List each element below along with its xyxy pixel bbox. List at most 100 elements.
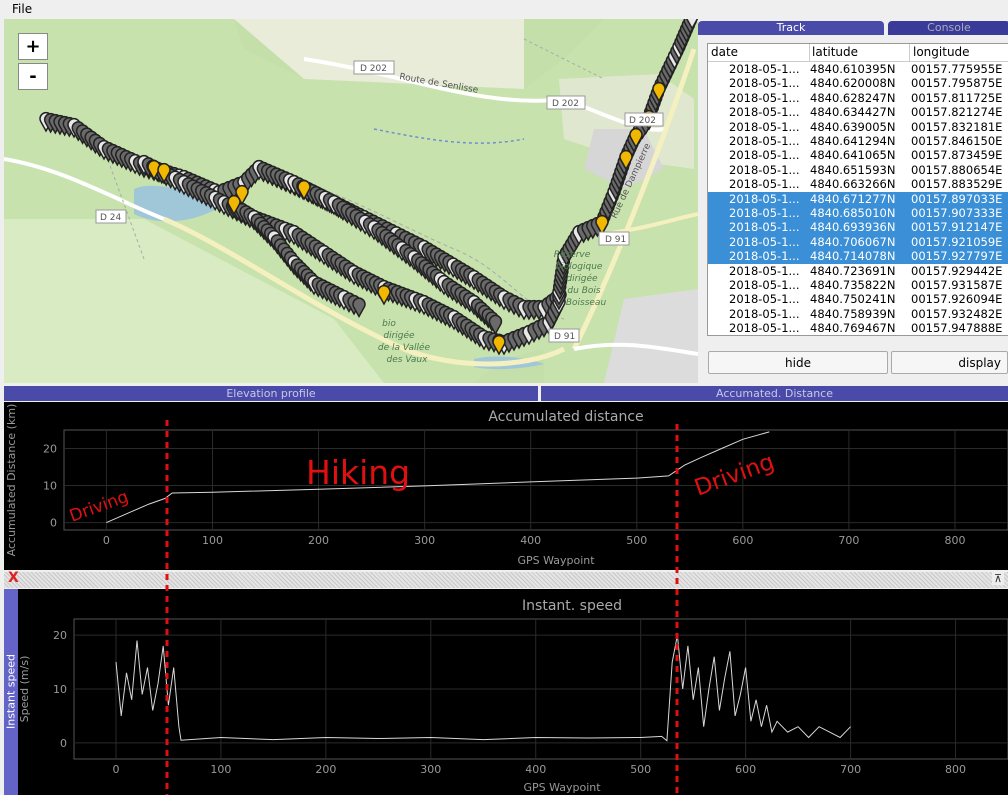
table-row[interactable]: 2018-05-1... 4840.639005N 00157.832181E bbox=[708, 120, 1008, 134]
table-cell-date: 2018-05-1... bbox=[729, 148, 800, 163]
plot-frame bbox=[63, 429, 1008, 531]
table-cell-lon: 00157.832181E bbox=[911, 119, 1003, 134]
table-cell-lat: 4840.641065N bbox=[810, 148, 896, 163]
zoom-in-button[interactable]: + bbox=[18, 33, 48, 60]
table-row[interactable]: 2018-05-1... 4840.671277N 00157.897033E bbox=[708, 191, 1008, 206]
table-cell-lon: 00157.873459E bbox=[911, 148, 1003, 163]
x-tick-label: 700 bbox=[838, 534, 859, 547]
svg-text:bio: bio bbox=[382, 319, 396, 329]
table-row[interactable]: 2018-05-1... 4840.735822N 00157.931587E bbox=[708, 278, 1008, 292]
table-row[interactable]: 2018-05-1... 4840.714078N 00157.927797E bbox=[708, 249, 1008, 264]
tab-console[interactable]: Console bbox=[888, 21, 1008, 35]
table-cell-lat: 4840.651593N bbox=[810, 162, 896, 177]
x-tick-label: 600 bbox=[732, 534, 753, 547]
table-cell-lon: 00157.880654E bbox=[911, 162, 1003, 177]
column-date[interactable]: date bbox=[711, 45, 738, 59]
table-cell-date: 2018-05-1... bbox=[729, 134, 800, 148]
table-cell-date: 2018-05-1... bbox=[729, 76, 800, 91]
table-row[interactable]: 2018-05-1... 4840.610395N 00157.775955E bbox=[708, 62, 1008, 76]
y-tick-label: 20 bbox=[53, 629, 67, 642]
table-cell-date: 2018-05-1... bbox=[729, 234, 800, 249]
x-axis-label: GPS Waypoint bbox=[517, 554, 595, 567]
tab-accumulated-distance[interactable]: Accumated. Distance bbox=[541, 386, 1008, 401]
x-tick-label: 500 bbox=[630, 763, 651, 776]
column-latitude[interactable]: latitude bbox=[812, 45, 858, 59]
x-tick-label: 700 bbox=[840, 763, 861, 776]
table-cell-date: 2018-05-1... bbox=[729, 249, 800, 264]
table-cell-date: 2018-05-1... bbox=[729, 105, 800, 120]
table-cell-date: 2018-05-1... bbox=[729, 90, 800, 105]
table-row[interactable]: 2018-05-1... 4840.723691N 00157.929442E bbox=[708, 264, 1008, 278]
table-row[interactable]: 2018-05-1... 4840.693936N 00157.912147E bbox=[708, 220, 1008, 235]
svg-text:biologique: biologique bbox=[556, 262, 603, 272]
table-cell-lon: 00157.929442E bbox=[911, 263, 1003, 278]
table-row[interactable]: 2018-05-1... 4840.706067N 00157.921059E bbox=[708, 234, 1008, 250]
dock-drag-handle[interactable]: X ⊼ bbox=[4, 570, 1008, 588]
table-cell-date: 2018-05-1... bbox=[729, 62, 800, 76]
hide-button[interactable]: hide bbox=[708, 351, 888, 374]
x-tick-label: 800 bbox=[944, 534, 965, 547]
table-row[interactable]: 2018-05-1... 4840.641065N 00157.873459E bbox=[708, 148, 1008, 162]
track-panel: Track Console date latitude longitude 20… bbox=[698, 19, 1008, 383]
chart-title: Instant. speed bbox=[522, 598, 622, 614]
y-tick-label: 0 bbox=[60, 737, 67, 750]
column-longitude[interactable]: longitude bbox=[913, 45, 970, 59]
tab-elevation-profile[interactable]: Elevation profile bbox=[4, 386, 538, 401]
x-tick-label: 800 bbox=[945, 763, 966, 776]
map-view[interactable]: D 202 Route de Senlisse D 202 D 202 D 24… bbox=[4, 19, 698, 383]
table-cell-lat: 4840.620008N bbox=[810, 76, 896, 91]
table-cell-date: 2018-05-1... bbox=[729, 119, 800, 134]
file-menu[interactable]: File bbox=[12, 2, 32, 16]
table-row[interactable]: 2018-05-1... 4840.750241N 00157.926094E bbox=[708, 292, 1008, 306]
table-cell-lon: 00157.795875E bbox=[911, 76, 1003, 91]
table-cell-lat: 4840.671277N bbox=[810, 191, 896, 206]
map-canvas: D 202 Route de Senlisse D 202 D 202 D 24… bbox=[4, 19, 698, 383]
zoom-out-button[interactable]: - bbox=[18, 63, 48, 90]
table-cell-lat: 4840.628247N bbox=[810, 90, 896, 105]
tab-track[interactable]: Track bbox=[698, 21, 884, 35]
x-tick-label: 600 bbox=[735, 763, 756, 776]
x-tick-label: 200 bbox=[315, 763, 336, 776]
table-row[interactable]: 2018-05-1... 4840.663266N 00157.883529E bbox=[708, 177, 1008, 191]
svg-text:du Bois: du Bois bbox=[567, 286, 600, 296]
x-tick-label: 400 bbox=[520, 534, 541, 547]
table-cell-date: 2018-05-1... bbox=[729, 162, 800, 177]
map-label-d202-c: D 202 bbox=[629, 116, 656, 126]
table-row[interactable]: 2018-05-1... 4840.651593N 00157.880654E bbox=[708, 163, 1008, 177]
table-row[interactable]: 2018-05-1... 4840.620008N 00157.795875E bbox=[708, 76, 1008, 90]
waypoint-table[interactable]: date latitude longitude 2018-05-1... 4840… bbox=[707, 43, 1008, 336]
table-row[interactable]: 2018-05-1... 4840.685010N 00157.907333E bbox=[708, 206, 1008, 221]
table-cell-lat: 4840.750241N bbox=[810, 292, 896, 307]
x-axis-label: GPS Waypoint bbox=[523, 781, 601, 794]
table-cell-lat: 4840.706067N bbox=[810, 234, 896, 249]
table-cell-lat: 4840.723691N bbox=[810, 263, 896, 278]
maximize-icon[interactable]: ⊼ bbox=[991, 572, 1004, 585]
table-row[interactable]: 2018-05-1... 4840.634427N 00157.821274E bbox=[708, 105, 1008, 119]
map-label-d24: D 24 bbox=[100, 213, 122, 223]
display-button[interactable]: display bbox=[891, 351, 1008, 374]
x-tick-label: 0 bbox=[103, 534, 110, 547]
y-tick-label: 10 bbox=[43, 480, 57, 493]
accumulated-distance-svg: 0 100 200 300 400 500 600 700 800 0 10 20 Accumulate… bbox=[5, 404, 1008, 567]
table-row[interactable]: 2018-05-1... 4840.769467N 00157.947888E bbox=[708, 321, 1008, 335]
table-cell-lon: 00157.932482E bbox=[911, 306, 1003, 321]
series-line bbox=[106, 431, 770, 524]
map-label-d202-a: D 202 bbox=[360, 64, 387, 74]
y-axis-label: Speed (m/s) bbox=[18, 656, 31, 723]
x-tick-label: 100 bbox=[210, 763, 231, 776]
table-row[interactable]: 2018-05-1... 4840.758939N 00157.932482E bbox=[708, 307, 1008, 321]
table-cell-lon: 00157.811725E bbox=[911, 90, 1003, 105]
table-cell-lon: 00157.947888E bbox=[911, 321, 1003, 336]
table-cell-date: 2018-05-1... bbox=[729, 220, 800, 235]
table-cell-lon: 00157.846150E bbox=[911, 134, 1003, 148]
table-row[interactable]: 2018-05-1... 4840.641294N 00157.846150E bbox=[708, 134, 1008, 148]
close-icon[interactable]: X bbox=[8, 570, 19, 586]
table-cell-lat: 4840.634427N bbox=[810, 105, 896, 120]
table-cell-lon: 00157.775955E bbox=[911, 62, 1003, 76]
dock-title-bar: Instant speed bbox=[4, 589, 18, 795]
table-cell-lat: 4840.641294N bbox=[810, 134, 896, 148]
svg-text:des Vaux: des Vaux bbox=[387, 355, 429, 365]
table-cell-date: 2018-05-1... bbox=[729, 306, 800, 321]
table-row[interactable]: 2018-05-1... 4840.628247N 00157.811725E bbox=[708, 91, 1008, 105]
x-tick-label: 0 bbox=[112, 763, 119, 776]
